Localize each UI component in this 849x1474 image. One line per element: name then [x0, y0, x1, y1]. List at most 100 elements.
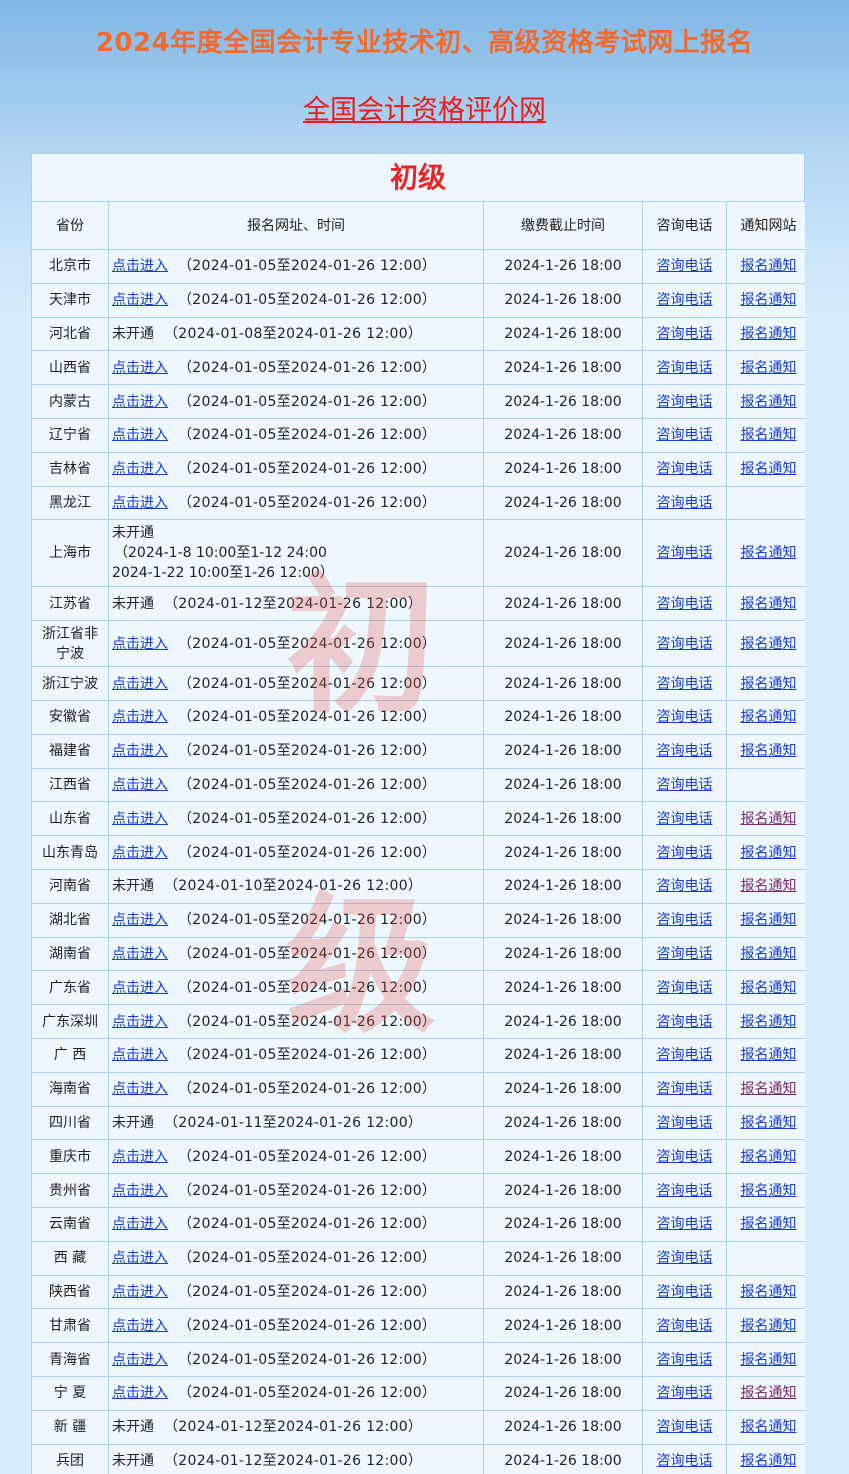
consult-phone-link[interactable]: 咨询电话: [657, 1284, 713, 1300]
consult-phone-link[interactable]: 咨询电话: [657, 1385, 713, 1401]
enter-link[interactable]: 点击进入: [112, 292, 168, 308]
enter-link[interactable]: 点击进入: [112, 461, 168, 477]
enter-link[interactable]: 点击进入: [112, 1385, 168, 1401]
enter-link[interactable]: 点击进入: [112, 811, 168, 827]
enter-link[interactable]: 点击进入: [112, 709, 168, 725]
consult-phone-link[interactable]: 咨询电话: [657, 878, 713, 894]
consult-phone-link[interactable]: 咨询电话: [657, 743, 713, 759]
enter-link[interactable]: 点击进入: [112, 427, 168, 443]
payment-deadline: 2024-1-26 18:00: [483, 1443, 643, 1474]
registration-notice-link[interactable]: 报名通知: [741, 1014, 797, 1030]
consult-phone-link[interactable]: 咨询电话: [657, 427, 713, 443]
registration-notice-link[interactable]: 报名通知: [741, 676, 797, 692]
consult-phone-link[interactable]: 咨询电话: [657, 777, 713, 793]
enter-link[interactable]: 点击进入: [112, 946, 168, 962]
consult-phone-link[interactable]: 咨询电话: [657, 1014, 713, 1030]
period-text: （2024-01-05至2024-01-26 12:00）: [178, 393, 437, 410]
consult-phone-link[interactable]: 咨询电话: [657, 1047, 713, 1063]
enter-link[interactable]: 点击进入: [112, 394, 168, 410]
enter-link[interactable]: 点击进入: [112, 1183, 168, 1199]
consult-phone-link[interactable]: 咨询电话: [657, 946, 713, 962]
consult-phone-link[interactable]: 咨询电话: [657, 709, 713, 725]
registration-notice-link[interactable]: 报名通知: [741, 326, 797, 342]
registration-notice-link[interactable]: 报名通知: [741, 427, 797, 443]
consult-phone-link[interactable]: 咨询电话: [657, 980, 713, 996]
consult-phone-link[interactable]: 咨询电话: [657, 461, 713, 477]
consult-phone-link[interactable]: 咨询电话: [657, 1453, 713, 1469]
enter-link[interactable]: 点击进入: [112, 777, 168, 793]
consult-phone-link[interactable]: 咨询电话: [657, 676, 713, 692]
enter-link[interactable]: 点击进入: [112, 980, 168, 996]
registration-notice-link[interactable]: 报名通知: [741, 1183, 797, 1199]
enter-link[interactable]: 点击进入: [112, 1284, 168, 1300]
enter-link[interactable]: 点击进入: [112, 1216, 168, 1232]
registration-notice-link[interactable]: 报名通知: [741, 980, 797, 996]
consult-phone-link[interactable]: 咨询电话: [657, 360, 713, 376]
registration-notice-link[interactable]: 报名通知: [741, 461, 797, 477]
consult-phone-link[interactable]: 咨询电话: [657, 1250, 713, 1266]
enter-link[interactable]: 点击进入: [112, 636, 168, 652]
consult-phone-link[interactable]: 咨询电话: [657, 292, 713, 308]
tel-cell: 咨询电话: [642, 350, 727, 386]
registration-notice-link[interactable]: 报名通知: [741, 1047, 797, 1063]
registration-notice-link[interactable]: 报名通知: [741, 292, 797, 308]
consult-phone-link[interactable]: 咨询电话: [657, 326, 713, 342]
consult-phone-link[interactable]: 咨询电话: [657, 1419, 713, 1435]
enter-link[interactable]: 点击进入: [112, 1149, 168, 1165]
registration-notice-link[interactable]: 报名通知: [741, 394, 797, 410]
registration-notice-link[interactable]: 报名通知: [741, 1318, 797, 1334]
consult-phone-link[interactable]: 咨询电话: [657, 495, 713, 511]
enter-link[interactable]: 点击进入: [112, 1250, 168, 1266]
consult-phone-link[interactable]: 咨询电话: [657, 811, 713, 827]
registration-notice-link[interactable]: 报名通知: [741, 878, 797, 894]
consult-phone-link[interactable]: 咨询电话: [657, 845, 713, 861]
enter-link[interactable]: 点击进入: [112, 912, 168, 928]
consult-phone-link[interactable]: 咨询电话: [657, 394, 713, 410]
registration-notice-link[interactable]: 报名通知: [741, 709, 797, 725]
enter-link[interactable]: 点击进入: [112, 743, 168, 759]
consult-phone-link[interactable]: 咨询电话: [657, 545, 713, 561]
registration-notice-link[interactable]: 报名通知: [741, 912, 797, 928]
consult-phone-link[interactable]: 咨询电话: [657, 258, 713, 274]
consult-phone-link[interactable]: 咨询电话: [657, 596, 713, 612]
url-time-cell: 点击进入 （2024-01-05至2024-01-26 12:00）: [108, 417, 484, 453]
consult-phone-link[interactable]: 咨询电话: [657, 912, 713, 928]
registration-notice-link[interactable]: 报名通知: [741, 1115, 797, 1131]
enter-link[interactable]: 点击进入: [112, 845, 168, 861]
registration-notice-link[interactable]: 报名通知: [741, 946, 797, 962]
consult-phone-link[interactable]: 咨询电话: [657, 1183, 713, 1199]
registration-notice-link[interactable]: 报名通知: [741, 1453, 797, 1469]
consult-phone-link[interactable]: 咨询电话: [657, 1081, 713, 1097]
enter-link[interactable]: 点击进入: [112, 495, 168, 511]
enter-link[interactable]: 点击进入: [112, 258, 168, 274]
consult-phone-link[interactable]: 咨询电话: [657, 1115, 713, 1131]
registration-notice-link[interactable]: 报名通知: [741, 596, 797, 612]
site-link[interactable]: 全国会计资格评价网: [303, 95, 546, 126]
registration-notice-link[interactable]: 报名通知: [741, 845, 797, 861]
registration-notice-link[interactable]: 报名通知: [741, 1149, 797, 1165]
consult-phone-link[interactable]: 咨询电话: [657, 1352, 713, 1368]
registration-notice-link[interactable]: 报名通知: [741, 1081, 797, 1097]
enter-link[interactable]: 点击进入: [112, 1318, 168, 1334]
registration-notice-link[interactable]: 报名通知: [741, 545, 797, 561]
consult-phone-link[interactable]: 咨询电话: [657, 1149, 713, 1165]
registration-notice-link[interactable]: 报名通知: [741, 636, 797, 652]
consult-phone-link[interactable]: 咨询电话: [657, 1318, 713, 1334]
enter-link[interactable]: 点击进入: [112, 1352, 168, 1368]
enter-link[interactable]: 点击进入: [112, 1014, 168, 1030]
consult-phone-link[interactable]: 咨询电话: [657, 1216, 713, 1232]
registration-notice-link[interactable]: 报名通知: [741, 1216, 797, 1232]
registration-notice-link[interactable]: 报名通知: [741, 811, 797, 827]
registration-notice-link[interactable]: 报名通知: [741, 1419, 797, 1435]
enter-link[interactable]: 点击进入: [112, 676, 168, 692]
registration-notice-link[interactable]: 报名通知: [741, 743, 797, 759]
registration-notice-link[interactable]: 报名通知: [741, 1284, 797, 1300]
registration-notice-link[interactable]: 报名通知: [741, 258, 797, 274]
consult-phone-link[interactable]: 咨询电话: [657, 636, 713, 652]
registration-notice-link[interactable]: 报名通知: [741, 1385, 797, 1401]
enter-link[interactable]: 点击进入: [112, 1081, 168, 1097]
registration-notice-link[interactable]: 报名通知: [741, 360, 797, 376]
enter-link[interactable]: 点击进入: [112, 1047, 168, 1063]
registration-notice-link[interactable]: 报名通知: [741, 1352, 797, 1368]
enter-link[interactable]: 点击进入: [112, 360, 168, 376]
